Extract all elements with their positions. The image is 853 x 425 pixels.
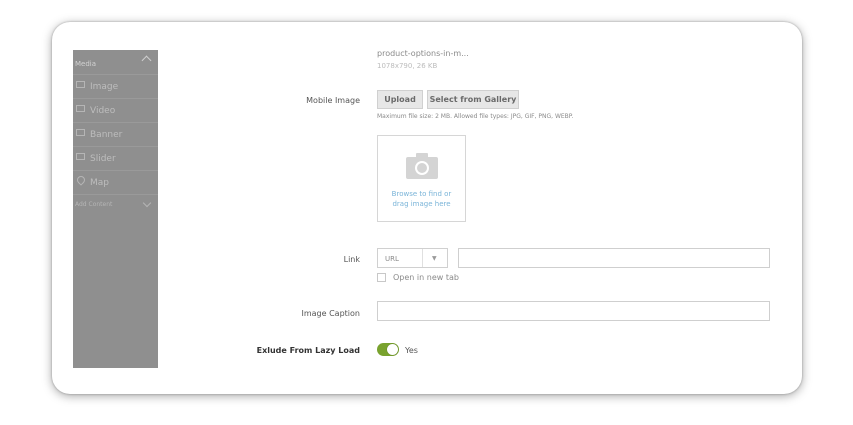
camera-icon <box>406 153 438 179</box>
link-type-value: URL <box>385 255 399 263</box>
open-new-tab-label: Open in new tab <box>393 273 459 282</box>
link-type-select[interactable]: URL ▼ <box>377 248 448 268</box>
file-name: product-options-in-m... <box>377 49 469 58</box>
lazy-load-label: Exlude From Lazy Load <box>256 346 360 355</box>
mobile-image-label: Mobile Image <box>306 96 360 105</box>
dropdown-arrow-icon: ▼ <box>432 255 437 262</box>
image-dropzone[interactable]: Browse to find or drag image here <box>377 135 466 222</box>
image-caption-label: Image Caption <box>301 309 361 318</box>
toggle-knob <box>387 344 398 355</box>
upload-hint: Maximum file size: 2 MB. Allowed file ty… <box>377 113 574 120</box>
select-from-gallery-button[interactable]: Select from Gallery <box>427 90 519 109</box>
image-settings-form: product-options-in-m... 1078x790, 26 KB … <box>52 22 802 394</box>
select-divider <box>422 249 423 267</box>
lazy-load-toggle[interactable] <box>377 343 399 356</box>
lazy-load-state: Yes <box>405 346 418 355</box>
link-url-input[interactable] <box>458 248 770 268</box>
editor-window: Media Image Video Banner Slider Map Add … <box>52 22 802 394</box>
open-new-tab-checkbox[interactable] <box>377 273 386 282</box>
file-meta: 1078x790, 26 KB <box>377 62 438 70</box>
dropzone-drag-text: drag image here <box>392 200 451 208</box>
upload-button[interactable]: Upload <box>377 90 423 109</box>
dropzone-browse-text: Browse to find or <box>391 190 452 198</box>
link-label: Link <box>343 255 360 264</box>
image-caption-input[interactable] <box>377 301 770 321</box>
